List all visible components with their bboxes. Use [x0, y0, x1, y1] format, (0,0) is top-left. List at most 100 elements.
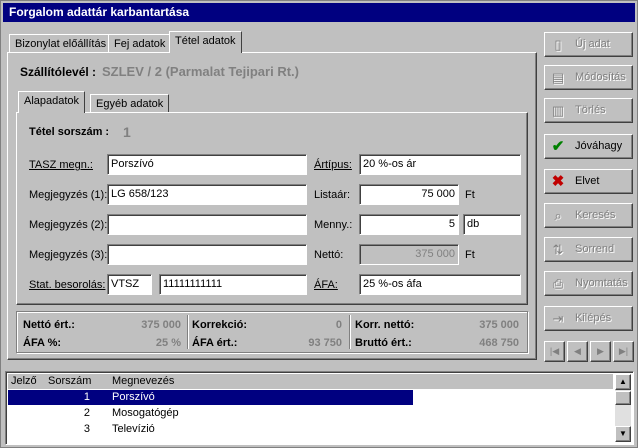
korrekcio-value: 0: [335, 319, 342, 331]
last-record-icon[interactable]: ▶|: [613, 341, 634, 362]
cell-sorszam: 1: [83, 391, 90, 403]
stat-besorolas-label: Stat. besorolás:: [29, 279, 106, 291]
table-row[interactable]: 1 Porszívó: [8, 390, 413, 405]
netto-ert-value: 375 000: [141, 319, 181, 331]
scroll-thumb[interactable]: [615, 391, 631, 405]
order-button[interactable]: ⇅ Sorrend: [544, 237, 633, 262]
korr-netto-value: 375 000: [479, 319, 519, 331]
megj3-label: Megjegyzés (3):: [29, 249, 108, 261]
cell-megnevezes: Porszívó: [112, 391, 155, 403]
new-button[interactable]: ▯ Új adat: [544, 32, 633, 57]
scroll-up-icon[interactable]: ▲: [615, 374, 631, 390]
brutto-value: 468 750: [479, 337, 519, 349]
summary-box: Nettó ért.: 375 000 ÁFA %: 25 % Korrekci…: [16, 311, 528, 353]
afa-field[interactable]: 25 %-os áfa: [359, 274, 521, 295]
afa-pct-label: ÁFA %:: [23, 337, 62, 349]
megj3-field[interactable]: [107, 244, 307, 265]
artipus-field[interactable]: 20 %-os ár: [359, 154, 521, 175]
print-button-label: Nyomtatás: [575, 277, 628, 289]
menny-label: Menny.:: [314, 219, 353, 231]
tab-bizonylat[interactable]: Bizonylat előállítás: [9, 34, 113, 54]
new-button-label: Új adat: [575, 38, 610, 50]
tab-tetel-adatok[interactable]: Tétel adatok: [169, 31, 242, 53]
search-icon: ⌕: [554, 208, 562, 223]
prev-record-icon[interactable]: ◀: [567, 341, 588, 362]
modify-button-label: Módosítás: [575, 71, 626, 83]
window-title: Forgalom adattár karbantartása: [3, 3, 635, 22]
table-row[interactable]: 2 Mosogatógép: [8, 406, 413, 421]
brutto-label: Bruttó ért.:: [355, 337, 412, 349]
afa-ert-value: 93 750: [308, 337, 342, 349]
next-record-icon[interactable]: ▶: [590, 341, 611, 362]
exit-icon: ⇥: [552, 311, 564, 326]
exit-button-label: Kilépés: [575, 312, 612, 324]
delete-button[interactable]: ▥ Törlés: [544, 98, 633, 123]
search-button[interactable]: ⌕ Keresés: [544, 203, 633, 228]
cell-sorszam: 3: [83, 423, 90, 435]
korrekcio-label: Korrekció:: [192, 319, 248, 331]
tasz-field[interactable]: Porszívó: [107, 154, 307, 175]
afa-label: ÁFA:: [314, 279, 338, 291]
afa-ert-label: ÁFA ért.:: [192, 337, 238, 349]
artipus-label: Ártípus:: [314, 159, 352, 171]
megj2-label: Megjegyzés (2):: [29, 219, 108, 231]
vertical-scrollbar[interactable]: ▲ ▼: [615, 374, 631, 442]
tetel-panel: Szállítólevél : SZLEV / 2 (Parmalat Teji…: [7, 52, 537, 360]
order-button-label: Sorrend: [575, 243, 615, 255]
new-document-icon: ▯: [554, 37, 562, 52]
delete-button-label: Törlés: [575, 104, 606, 116]
megj1-label: Megjegyzés (1):: [29, 189, 108, 201]
summary-divider: [349, 315, 350, 349]
netto-label: Nettó:: [314, 249, 344, 261]
scroll-down-icon[interactable]: ▼: [615, 426, 631, 442]
search-button-label: Keresés: [575, 209, 616, 221]
col-megnevezes[interactable]: Megnevezés: [112, 374, 174, 389]
tetel-sorszam-value: 1: [123, 124, 131, 140]
discard-button-label: Elvet: [575, 175, 600, 187]
menny-field[interactable]: 5: [359, 214, 459, 235]
listaar-unit: Ft: [465, 189, 475, 201]
summary-divider: [187, 315, 188, 349]
col-sorszam[interactable]: Sorszám: [48, 374, 91, 389]
checkmark-icon: ✔: [551, 138, 565, 155]
grid-header: Jelző Sorszám Megnevezés: [8, 374, 613, 389]
close-icon: ✖: [551, 173, 565, 190]
tab-fej-adatok[interactable]: Fej adatok: [108, 34, 172, 54]
doc-label: Szállítólevél :: [20, 65, 97, 79]
menny-unit-field[interactable]: db: [463, 214, 521, 235]
print-button[interactable]: ⎙ Nyomtatás: [544, 271, 633, 296]
tetel-sorszam-label: Tétel sorszám :: [29, 126, 110, 138]
afa-pct-value: 25 %: [155, 337, 181, 349]
alapadatok-panel: Tétel sorszám : 1 TASZ megn.: Porszívó M…: [16, 112, 528, 305]
first-record-icon[interactable]: |◀: [544, 341, 565, 362]
netto-unit: Ft: [465, 249, 475, 261]
megj1-field[interactable]: LG 658/123: [107, 184, 307, 205]
korr-netto-label: Korr. nettó:: [355, 319, 415, 331]
netto-field: 375 000: [359, 244, 459, 265]
megj2-field[interactable]: [107, 214, 307, 235]
discard-button[interactable]: ✖ Elvet: [544, 169, 633, 194]
listaar-field[interactable]: 75 000: [359, 184, 459, 205]
listaar-label: Listaár:: [314, 189, 351, 201]
items-grid: Jelző Sorszám Megnevezés 1 Porszívó 2 Mo…: [5, 371, 634, 445]
cell-megnevezes: Televízió: [112, 423, 155, 435]
doc-value: SZLEV / 2 (Parmalat Tejipari Rt.): [102, 64, 299, 79]
main-window: Forgalom adattár karbantartása Bizonylat…: [0, 0, 638, 448]
modify-button[interactable]: ▤ Módosítás: [544, 65, 633, 90]
netto-ert-label: Nettó ért.:: [23, 319, 75, 331]
sort-icon: ⇅: [552, 242, 564, 257]
subtab-alapadatok[interactable]: Alapadatok: [18, 91, 86, 113]
col-jelzo[interactable]: Jelző: [11, 374, 37, 389]
printer-icon: ⎙: [552, 276, 564, 291]
approve-button[interactable]: ✔ Jóváhagy: [544, 134, 633, 159]
stat-code-field[interactable]: VTSZ: [107, 274, 152, 295]
table-row[interactable]: 3 Televízió: [8, 422, 413, 437]
stat-value-field[interactable]: 11111111111: [159, 274, 307, 295]
cell-megnevezes: Mosogatógép: [112, 407, 179, 419]
trash-icon: ▥: [551, 103, 565, 118]
tasz-label: TASZ megn.:: [29, 159, 93, 171]
approve-button-label: Jóváhagy: [575, 140, 623, 152]
subtab-egyeb-adatok[interactable]: Egyéb adatok: [90, 94, 170, 114]
cell-sorszam: 2: [83, 407, 90, 419]
exit-button[interactable]: ⇥ Kilépés: [544, 306, 633, 331]
